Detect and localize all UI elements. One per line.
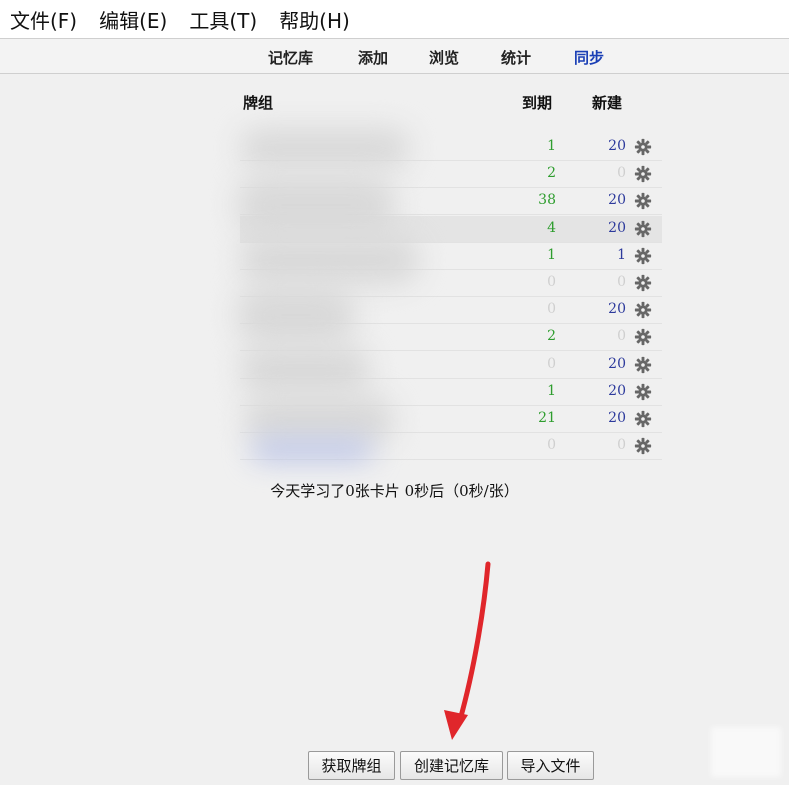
red-arrow-annotation <box>444 561 491 740</box>
menu-file[interactable]: 文件(F) <box>0 5 89 34</box>
new-count: 20 <box>608 355 626 372</box>
gear-icon[interactable] <box>634 301 652 319</box>
new-count: 0 <box>617 274 626 290</box>
gear-icon[interactable] <box>634 192 652 210</box>
due-count: 1 <box>547 138 556 154</box>
new-count: 0 <box>617 328 626 345</box>
due-count: 0 <box>547 301 556 318</box>
new-count: 20 <box>608 192 626 209</box>
new-count: 20 <box>608 410 626 426</box>
corner-watermark <box>711 727 781 777</box>
menu-tools[interactable]: 工具(T) <box>179 5 269 34</box>
gear-icon[interactable] <box>634 138 652 156</box>
gear-icon[interactable] <box>634 274 652 292</box>
new-count: 0 <box>617 437 626 454</box>
due-count: 1 <box>547 246 556 263</box>
gear-icon[interactable] <box>634 220 652 238</box>
menu-bar: 文件(F) 编辑(E) 工具(T) 帮助(H) <box>0 0 789 38</box>
tab-browse[interactable]: 浏览 <box>429 47 459 68</box>
get-decks-button[interactable]: 获取牌组 <box>308 751 395 780</box>
header-new: 新建 <box>592 94 623 112</box>
gear-icon[interactable] <box>634 165 652 183</box>
header-due: 到期 <box>522 94 553 112</box>
due-count: 0 <box>547 355 556 372</box>
tab-decks[interactable]: 记忆库 <box>268 47 313 68</box>
gear-icon[interactable] <box>634 328 652 346</box>
main-toolbar: 记忆库 添加 浏览 统计 同步 <box>0 38 789 74</box>
new-count: 20 <box>608 301 626 318</box>
due-count: 4 <box>547 219 556 236</box>
import-file-button[interactable]: 导入文件 <box>507 751 594 780</box>
due-count: 0 <box>547 274 556 290</box>
gear-icon[interactable] <box>634 437 652 455</box>
new-count: 20 <box>608 138 626 154</box>
due-count: 1 <box>547 382 556 399</box>
due-count: 0 <box>547 437 556 454</box>
new-count: 0 <box>617 165 626 182</box>
header-deck: 牌组 <box>243 94 274 112</box>
gear-icon[interactable] <box>634 383 652 401</box>
new-count: 1 <box>617 246 626 263</box>
due-count: 38 <box>538 192 556 209</box>
due-count: 2 <box>547 328 556 345</box>
gear-icon[interactable] <box>634 247 652 265</box>
gear-icon[interactable] <box>634 356 652 374</box>
create-deck-button[interactable]: 创建记忆库 <box>400 751 503 780</box>
study-summary: 今天学习了0张卡片 0秒后（0秒/张） <box>270 482 519 500</box>
menu-help[interactable]: 帮助(H) <box>269 5 362 34</box>
tab-stats[interactable]: 统计 <box>501 47 531 68</box>
tab-sync[interactable]: 同步 <box>574 47 604 68</box>
gear-icon[interactable] <box>634 410 652 428</box>
new-count: 20 <box>608 382 626 399</box>
menu-edit[interactable]: 编辑(E) <box>89 5 179 34</box>
new-count: 20 <box>608 219 626 236</box>
due-count: 21 <box>538 410 556 426</box>
tab-add[interactable]: 添加 <box>358 47 388 68</box>
due-count: 2 <box>547 165 556 182</box>
